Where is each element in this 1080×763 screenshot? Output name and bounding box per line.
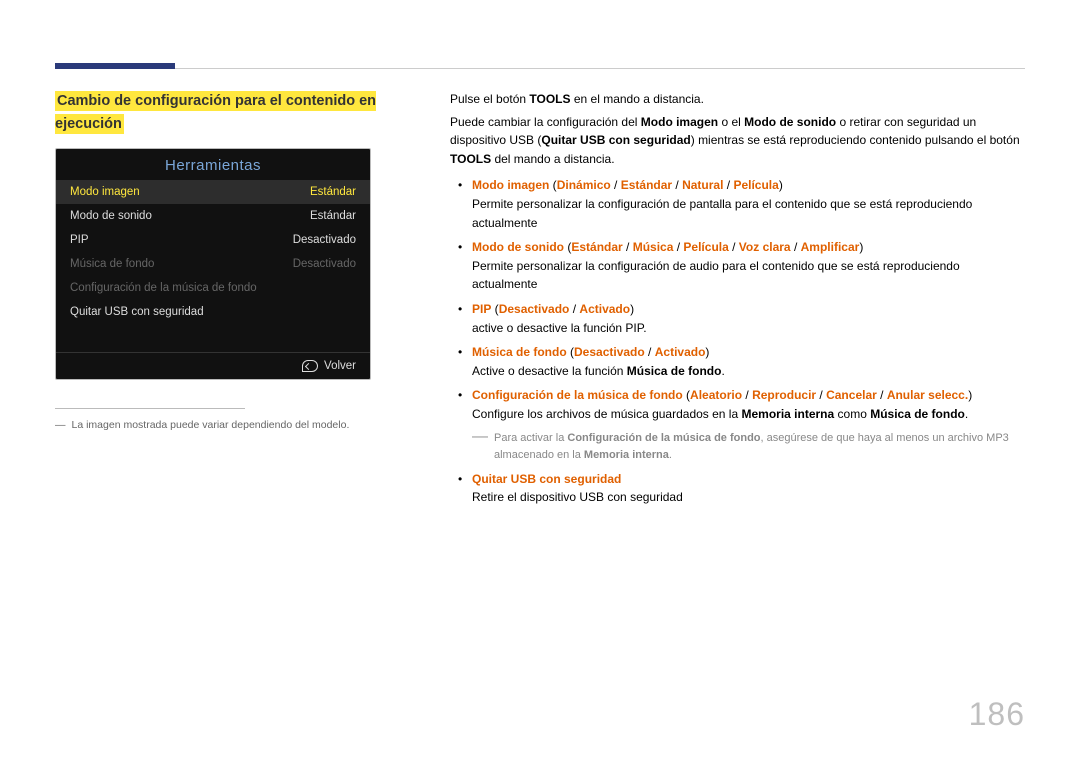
intro-line-2: Puede cambiar la configuración del Modo … <box>450 113 1025 169</box>
menu-footer: Volver <box>56 352 370 379</box>
menu-row-modo-imagen[interactable]: Modo imagen Estándar <box>56 180 370 204</box>
menu-title: Herramientas <box>56 149 370 180</box>
bullet-desc: Active o desactive la función Música de … <box>472 362 1025 381</box>
return-label: Volver <box>324 360 356 372</box>
menu-value: Estándar <box>310 210 356 222</box>
bullet-list: • Modo imagen (Dinámico / Estándar / Nat… <box>450 176 1025 506</box>
menu-row-modo-sonido[interactable]: Modo de sonido Estándar <box>56 204 370 228</box>
bullet-modo-imagen: • Modo imagen (Dinámico / Estándar / Nat… <box>450 176 1025 232</box>
menu-row-musica-fondo: Música de fondo Desactivado <box>56 252 370 276</box>
bullet-musica-fondo: • Música de fondo (Desactivado / Activad… <box>450 343 1025 380</box>
content: Cambio de configuración para el contenid… <box>55 55 1025 507</box>
bullet-config-musica: • Configuración de la música de fondo (A… <box>450 386 1025 423</box>
menu-label: PIP <box>70 234 89 246</box>
bullet-dot: • <box>450 386 472 423</box>
section-heading: Cambio de configuración para el contenid… <box>55 91 376 134</box>
menu-label: Quitar USB con seguridad <box>70 306 204 318</box>
bullet-desc: active o desactive la función PIP. <box>472 319 1025 338</box>
bullet-dot: • <box>450 470 472 507</box>
bullet-dot: • <box>450 238 472 294</box>
menu-row-config-musica: Configuración de la música de fondo <box>56 276 370 300</box>
right-column: Pulse el botón TOOLS en el mando a dista… <box>450 90 1025 507</box>
page: Cambio de configuración para el contenid… <box>0 0 1080 763</box>
bullet-modo-sonido: • Modo de sonido (Estándar / Música / Pe… <box>450 238 1025 294</box>
footnote-dash: ― <box>55 419 66 431</box>
footnote: ― La imagen mostrada puede variar depend… <box>55 419 425 431</box>
menu-value: Estándar <box>310 186 356 198</box>
page-number: 186 <box>969 696 1025 733</box>
bullet-dot: • <box>450 300 472 337</box>
menu-label: Música de fondo <box>70 258 154 270</box>
footnote-rule <box>55 408 245 409</box>
note-config-musica: ― Para activar la Configuración de la mú… <box>472 430 1025 464</box>
heading-wrap: Cambio de configuración para el contenid… <box>55 90 425 136</box>
left-column: Cambio de configuración para el contenid… <box>55 90 450 507</box>
menu-label: Configuración de la música de fondo <box>70 282 257 294</box>
intro-line-1: Pulse el botón TOOLS en el mando a dista… <box>450 90 1025 109</box>
menu-spacer <box>56 324 370 352</box>
menu-row-quitar-usb[interactable]: Quitar USB con seguridad <box>56 300 370 324</box>
bullet-quitar-usb: • Quitar USB con seguridad Retire el dis… <box>450 470 1025 507</box>
bullet-desc: Configure los archivos de música guardad… <box>472 405 1025 424</box>
tools-menu: Herramientas Modo imagen Estándar Modo d… <box>55 148 371 380</box>
bullet-desc: Permite personalizar la configuración de… <box>472 257 1025 294</box>
bullet-desc: Retire el dispositivo USB con seguridad <box>472 488 1025 507</box>
bullet-desc: Permite personalizar la configuración de… <box>472 195 1025 232</box>
menu-label: Modo de sonido <box>70 210 152 222</box>
footnote-text: La imagen mostrada puede variar dependie… <box>72 419 350 431</box>
menu-value: Desactivado <box>293 234 356 246</box>
bullet-dot: • <box>450 343 472 380</box>
menu-row-pip[interactable]: PIP Desactivado <box>56 228 370 252</box>
menu-value: Desactivado <box>293 258 356 270</box>
menu-label: Modo imagen <box>70 186 140 198</box>
return-icon[interactable] <box>302 360 318 372</box>
bullet-dot: • <box>450 176 472 232</box>
bullet-pip: • PIP (Desactivado / Activado) active o … <box>450 300 1025 337</box>
note-dash: ― <box>472 430 488 464</box>
